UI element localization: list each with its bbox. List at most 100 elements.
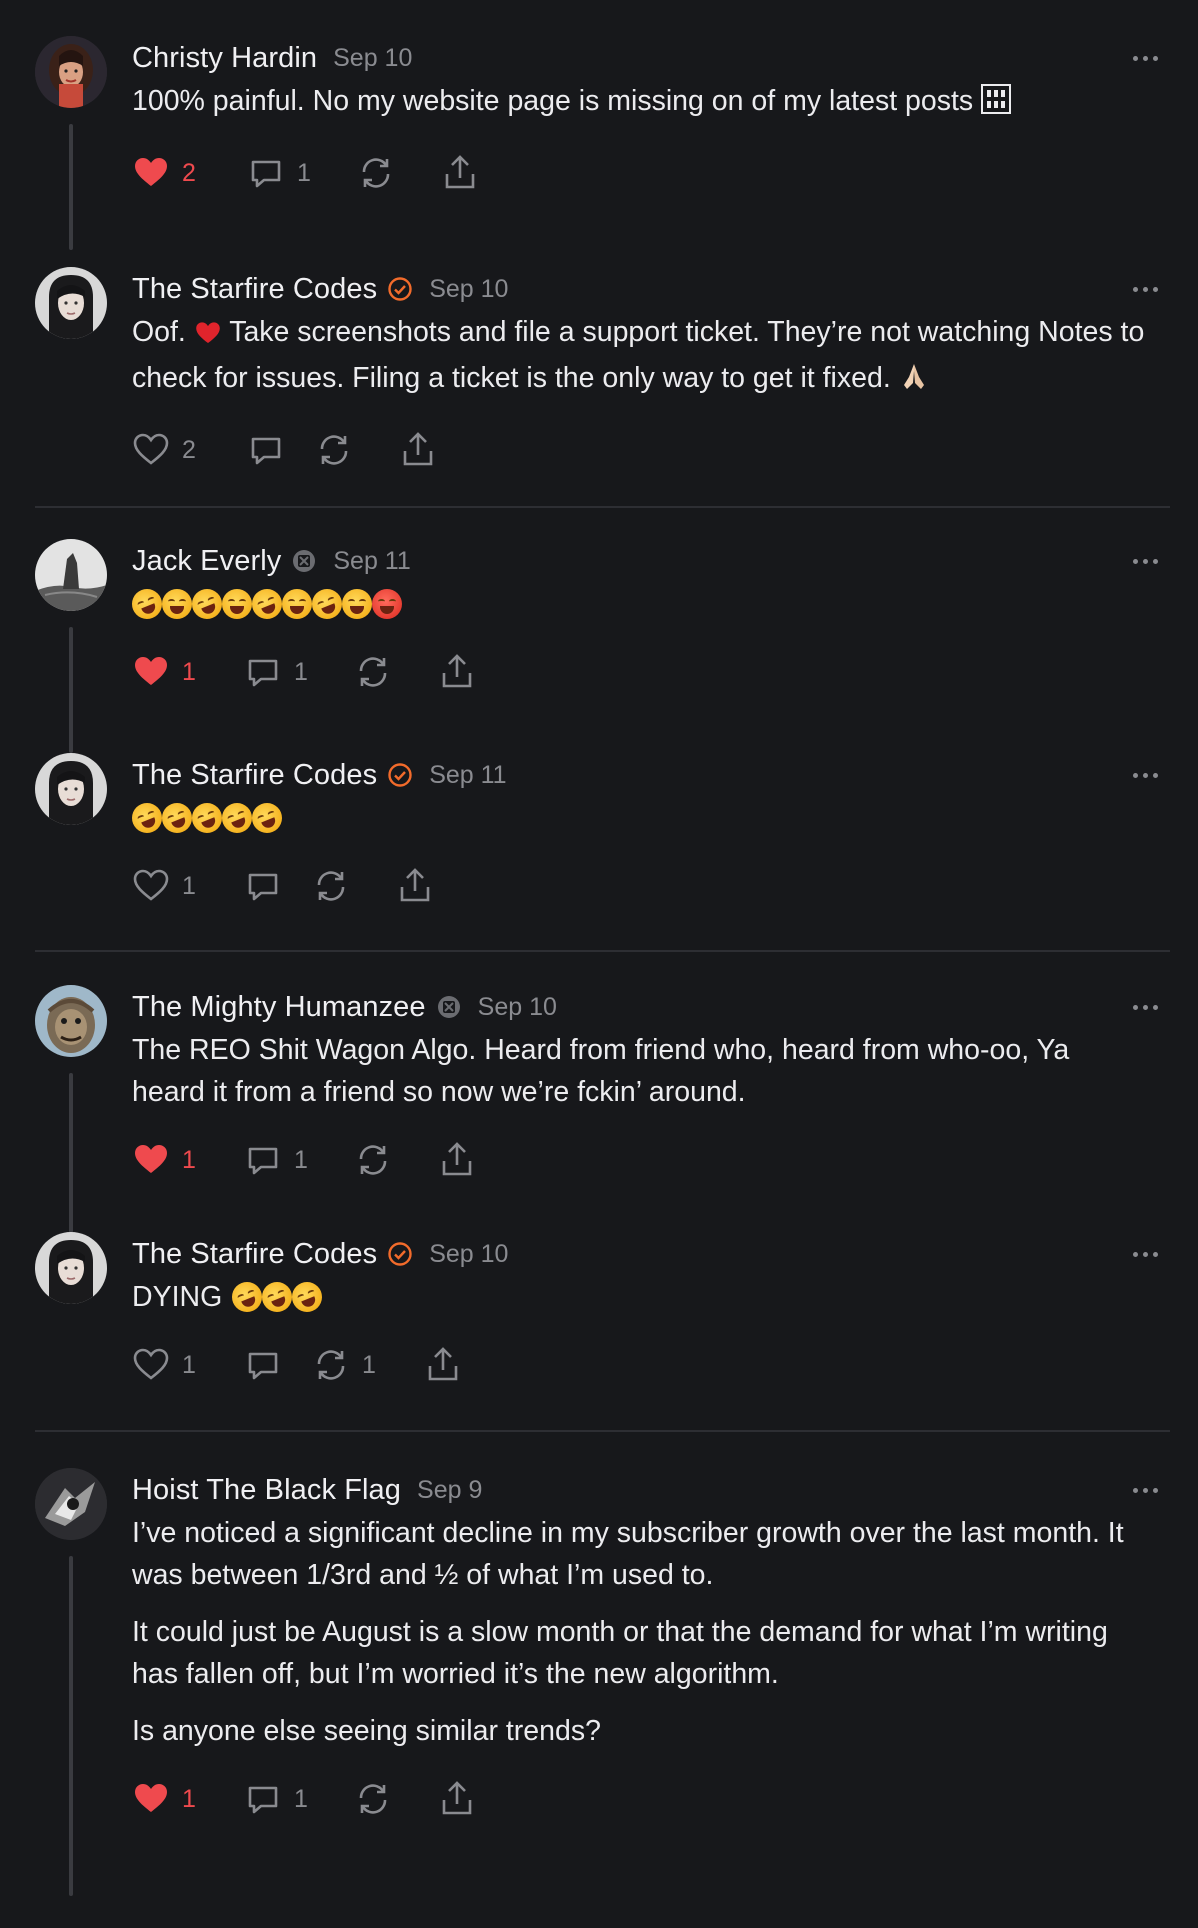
restack-button[interactable] bbox=[354, 1141, 438, 1179]
share-upload-icon bbox=[403, 432, 433, 466]
like-button[interactable]: 2 bbox=[132, 431, 247, 469]
share-button[interactable] bbox=[396, 867, 434, 905]
joy-emoji-icon bbox=[222, 589, 252, 619]
restack-button[interactable] bbox=[357, 154, 441, 192]
note-header: The Starfire Codes Sep 10 bbox=[132, 267, 1170, 311]
like-count: 1 bbox=[182, 1350, 196, 1379]
share-upload-icon bbox=[428, 1347, 458, 1381]
restack-button[interactable] bbox=[354, 1780, 438, 1818]
post-date[interactable]: Sep 10 bbox=[429, 275, 508, 304]
avatar[interactable] bbox=[35, 1232, 107, 1304]
reply-button[interactable]: 1 bbox=[247, 154, 357, 192]
note-body: DYING bbox=[132, 1276, 1170, 1318]
speech-bubble-icon bbox=[248, 1352, 278, 1380]
reply-button[interactable]: 1 bbox=[244, 1780, 354, 1818]
note-post: The Starfire Codes Sep 11 1 bbox=[0, 741, 1198, 950]
reply-count: 1 bbox=[294, 1784, 308, 1813]
share-button[interactable] bbox=[441, 154, 479, 192]
reply-button[interactable]: 1 bbox=[244, 653, 354, 691]
note-header: The Starfire Codes Sep 10 bbox=[132, 1232, 1170, 1276]
note-header: The Mighty Humanzee Sep 10 bbox=[132, 985, 1170, 1029]
thread-line bbox=[69, 1556, 73, 1896]
reply-button[interactable] bbox=[247, 431, 315, 469]
share-upload-icon bbox=[400, 868, 430, 902]
share-button[interactable] bbox=[438, 1780, 476, 1818]
verified-badge-icon bbox=[387, 762, 413, 788]
avatar[interactable] bbox=[35, 753, 107, 825]
note-header: Jack Everly Sep 11 bbox=[132, 539, 1170, 583]
restack-button[interactable]: 1 bbox=[312, 1346, 424, 1384]
restack-button[interactable] bbox=[354, 653, 438, 691]
share-button[interactable] bbox=[424, 1346, 462, 1384]
note-header: Hoist The Black Flag Sep 9 bbox=[132, 1468, 1170, 1512]
restack-arrows-icon bbox=[359, 657, 387, 687]
reply-button[interactable]: 1 bbox=[244, 1141, 354, 1179]
reply-button[interactable] bbox=[244, 1346, 312, 1384]
more-options-button[interactable] bbox=[1127, 999, 1164, 1016]
like-button[interactable]: 1 bbox=[132, 1780, 244, 1818]
note-body: I’ve noticed a significant decline in my… bbox=[132, 1512, 1170, 1752]
ellipsis-icon bbox=[1133, 1487, 1138, 1493]
action-bar: 1 1 bbox=[132, 647, 1170, 697]
ellipsis-icon bbox=[1133, 286, 1138, 292]
avatar[interactable] bbox=[35, 36, 107, 108]
note-post: Hoist The Black Flag Sep 9 I’ve noticed … bbox=[0, 1432, 1198, 1896]
like-button[interactable]: 1 bbox=[132, 1346, 244, 1384]
speech-bubble-icon bbox=[248, 873, 278, 901]
author-name[interactable]: Hoist The Black Flag bbox=[132, 1474, 401, 1507]
restack-arrows-icon bbox=[359, 1784, 387, 1814]
author-name[interactable]: Christy Hardin bbox=[132, 42, 317, 75]
avatar[interactable] bbox=[35, 1468, 107, 1540]
author-name[interactable]: The Starfire Codes bbox=[132, 759, 377, 792]
restack-button[interactable] bbox=[312, 867, 396, 905]
like-count: 2 bbox=[182, 158, 196, 187]
post-date[interactable]: Sep 10 bbox=[478, 993, 557, 1022]
restack-button[interactable] bbox=[315, 431, 399, 469]
more-options-button[interactable] bbox=[1127, 50, 1164, 67]
more-options-button[interactable] bbox=[1127, 553, 1164, 570]
share-upload-icon bbox=[442, 654, 472, 688]
avatar[interactable] bbox=[35, 985, 107, 1057]
ellipsis-icon bbox=[1133, 55, 1138, 61]
more-options-button[interactable] bbox=[1127, 767, 1164, 784]
like-button[interactable]: 1 bbox=[132, 1141, 244, 1179]
reply-button[interactable] bbox=[244, 867, 312, 905]
share-button[interactable] bbox=[438, 653, 476, 691]
note-post: Christy Hardin Sep 10 100% painful. No m… bbox=[0, 0, 1198, 250]
author-name[interactable]: The Mighty Humanzee bbox=[132, 991, 426, 1024]
like-count: 1 bbox=[182, 1784, 196, 1813]
heart-icon bbox=[133, 433, 169, 465]
rofl-emoji-icon bbox=[217, 798, 257, 838]
post-date[interactable]: Sep 9 bbox=[417, 1476, 482, 1505]
avatar[interactable] bbox=[35, 539, 107, 611]
post-date[interactable]: Sep 10 bbox=[429, 1240, 508, 1269]
note-text: Oof. bbox=[132, 316, 186, 348]
like-button[interactable]: 1 bbox=[132, 867, 244, 905]
share-button[interactable] bbox=[438, 1141, 476, 1179]
author-name[interactable]: Jack Everly bbox=[132, 545, 281, 578]
author-name[interactable]: The Starfire Codes bbox=[132, 273, 377, 306]
ellipsis-icon bbox=[1133, 1251, 1138, 1257]
post-date[interactable]: Sep 11 bbox=[429, 761, 506, 790]
note-body bbox=[127, 797, 1170, 839]
post-date[interactable]: Sep 10 bbox=[333, 44, 412, 73]
post-date[interactable]: Sep 11 bbox=[333, 547, 410, 576]
note-paragraph: Is anyone else seeing similar trends? bbox=[132, 1715, 601, 1747]
more-options-button[interactable] bbox=[1127, 281, 1164, 298]
note-post: The Mighty Humanzee Sep 10 The REO Shit … bbox=[0, 952, 1198, 1233]
note-post: Jack Everly Sep 11 1 1 bbox=[0, 508, 1198, 753]
subscriber-badge-icon bbox=[291, 548, 317, 574]
heart-icon bbox=[133, 1348, 169, 1380]
more-options-button[interactable] bbox=[1127, 1246, 1164, 1263]
share-upload-icon bbox=[445, 155, 475, 189]
author-name[interactable]: The Starfire Codes bbox=[132, 1238, 377, 1271]
note-body: 100% painful. No my website page is miss… bbox=[132, 80, 1170, 126]
more-options-button[interactable] bbox=[1127, 1482, 1164, 1499]
share-button[interactable] bbox=[399, 431, 437, 469]
speech-bubble-icon bbox=[248, 1786, 278, 1814]
like-button[interactable]: 1 bbox=[132, 653, 244, 691]
like-button[interactable]: 2 bbox=[132, 154, 247, 192]
avatar[interactable] bbox=[35, 267, 107, 339]
note-paragraph: It could just be August is a slow month … bbox=[132, 1616, 1108, 1690]
note-post: The Starfire Codes Sep 10 DYING 1 1 bbox=[0, 1222, 1198, 1430]
